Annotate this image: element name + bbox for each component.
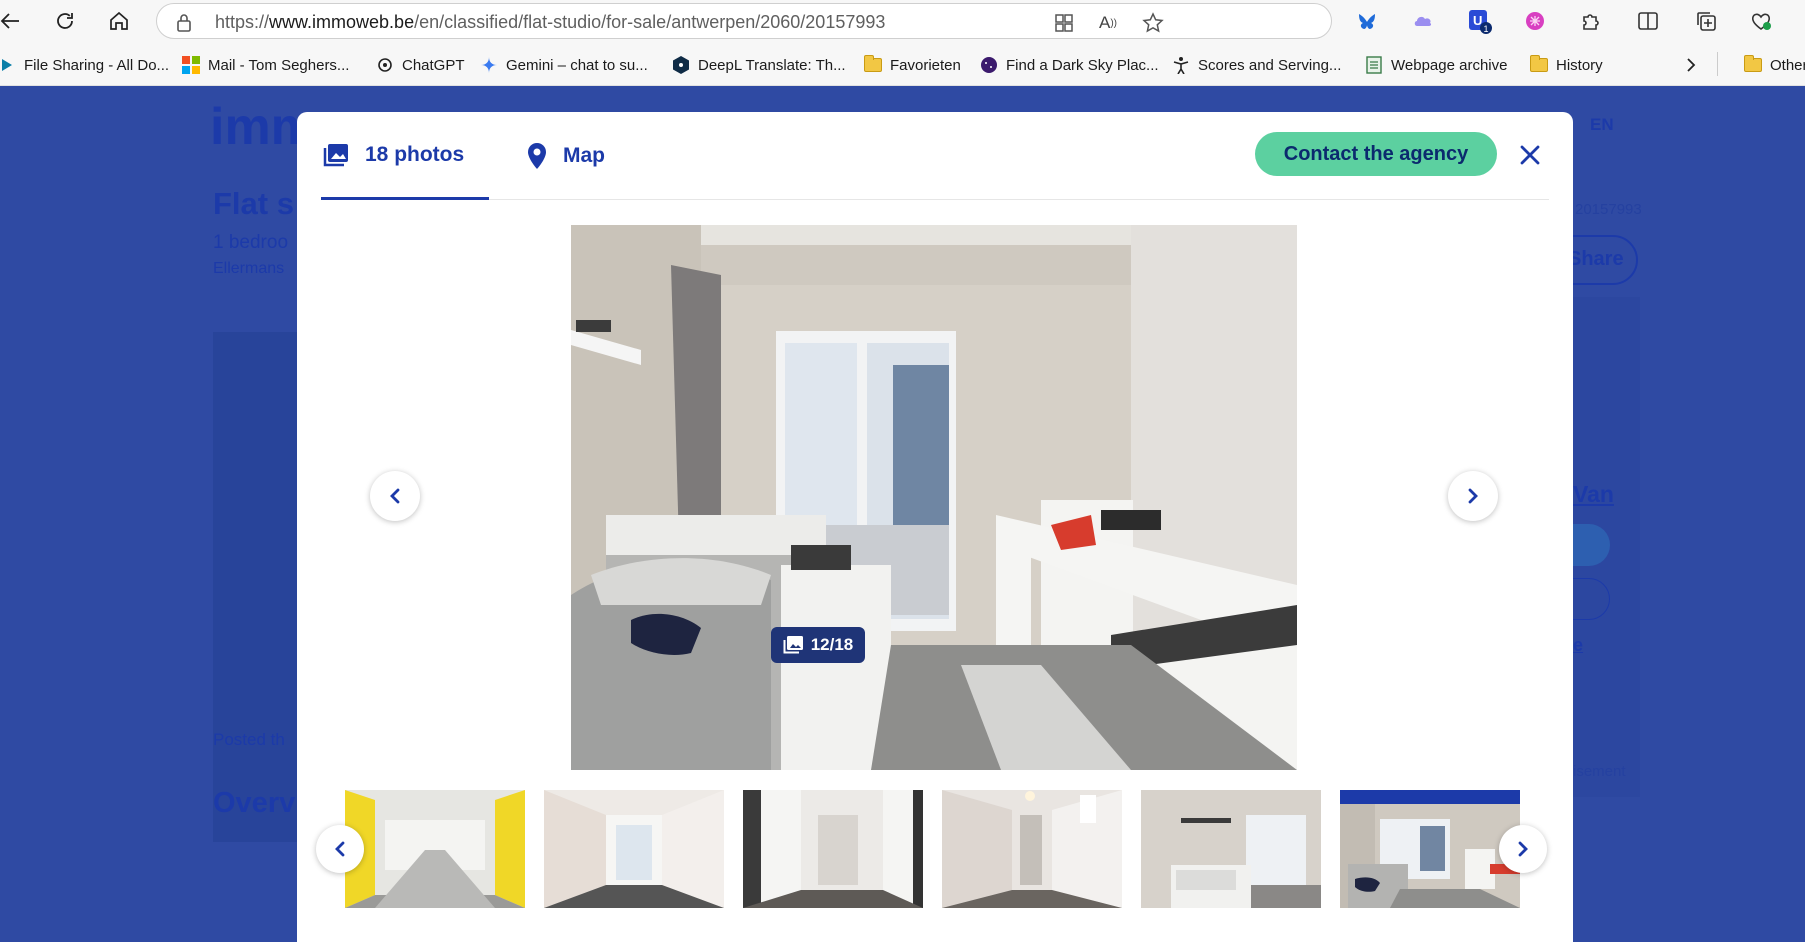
svg-text:1: 1 — [1484, 24, 1489, 34]
browser-toolbar: https://www.immoweb.be/en/classified/fla… — [0, 0, 1805, 42]
main-photo — [571, 225, 1297, 770]
folder-icon — [1744, 55, 1762, 74]
tab-photos-label: 18 photos — [365, 142, 465, 166]
bookmark-scores[interactable]: Scores and Serving... — [1172, 54, 1341, 76]
overview-heading: Overv — [213, 787, 296, 819]
bookmarks-divider — [1717, 52, 1718, 76]
bookmark-label: History — [1556, 56, 1603, 74]
file-sharing-icon — [0, 56, 16, 74]
back-icon[interactable] — [0, 7, 24, 35]
bookmark-label: Find a Dark Sky Plac... — [1006, 56, 1159, 74]
bookmarks-bar: File Sharing - All Do... Mail - Tom Segh… — [0, 42, 1805, 86]
close-icon[interactable] — [1515, 140, 1545, 170]
favorite-star-icon[interactable] — [1142, 12, 1164, 34]
microsoft-icon — [182, 56, 200, 74]
address-bar[interactable]: https://www.immoweb.be/en/classified/fla… — [156, 3, 1332, 39]
extension-bluesky-icon[interactable] — [1354, 8, 1380, 34]
bookmark-label: File Sharing - All Do... — [24, 56, 170, 74]
gallery-icon — [783, 636, 803, 654]
extensions-puzzle-icon[interactable] — [1578, 8, 1604, 34]
posted-text: Posted th — [213, 730, 285, 749]
share-label: Share — [1568, 248, 1624, 270]
deepl-icon — [672, 56, 690, 74]
bookmark-mail[interactable]: Mail - Tom Seghers... — [182, 54, 349, 76]
bookmark-deepl[interactable]: DeepL Translate: Th... — [672, 54, 846, 76]
gallery-icon — [323, 143, 349, 167]
bookmark-label: DeepL Translate: Th... — [698, 56, 846, 74]
map-pin-icon — [527, 143, 547, 169]
bookmark-label: Other — [1770, 56, 1805, 74]
folder-icon — [864, 55, 882, 74]
reload-icon[interactable] — [51, 7, 79, 35]
agency-link: Van — [1573, 481, 1614, 507]
thumbnail-8[interactable] — [544, 790, 724, 908]
lock-icon[interactable] — [175, 13, 193, 38]
bookmark-favorieten[interactable]: Favorieten — [864, 54, 961, 76]
folder-icon — [1530, 55, 1548, 74]
bookmark-dark-sky[interactable]: Find a Dark Sky Plac... — [980, 54, 1159, 76]
url-text[interactable]: https://www.immoweb.be/en/classified/fla… — [215, 12, 885, 33]
photo-counter-text: 12/18 — [810, 635, 854, 654]
bookmark-label: Scores and Serving... — [1198, 56, 1342, 74]
bookmark-label: Gemini – chat to su... — [506, 56, 648, 74]
bookmark-gemini[interactable]: Gemini – chat to su... — [480, 54, 648, 76]
bookmark-label: ChatGPT — [402, 56, 465, 74]
listing-subtitle: 1 bedroo — [213, 232, 289, 253]
chatgpt-icon — [376, 56, 394, 74]
listing-title: Flat s — [213, 186, 294, 221]
advertisement-label: isement — [1573, 763, 1626, 780]
gemini-icon — [480, 56, 498, 74]
bookmark-label: Favorieten — [890, 56, 961, 74]
thumbnail-11[interactable] — [1141, 790, 1321, 908]
app-available-icon[interactable] — [1053, 12, 1075, 34]
dark-sky-icon — [980, 56, 998, 74]
listing-id: 20157993 — [1575, 201, 1642, 218]
language-selector: EN — [1590, 115, 1614, 134]
figure-icon — [1172, 56, 1190, 74]
bookmark-other[interactable]: Other — [1744, 54, 1805, 76]
extension-brain-icon[interactable] — [1522, 8, 1548, 34]
main-photo-bg — [213, 332, 303, 842]
contact-agency-button[interactable]: Contact the agency — [1255, 132, 1497, 176]
bookmark-label: Webpage archive — [1391, 56, 1508, 74]
thumbnail-9[interactable] — [743, 790, 923, 908]
tab-map-label: Map — [563, 144, 605, 167]
bookmarks-overflow-chevron-icon[interactable] — [1685, 54, 1697, 76]
read-aloud-icon[interactable]: A)) — [1097, 12, 1119, 34]
tab-map[interactable]: Map — [527, 112, 605, 200]
extension-cloud-icon[interactable] — [1411, 8, 1437, 34]
bookmark-history[interactable]: History — [1530, 54, 1603, 76]
photo-gallery-modal: 18 photos Map Contact the agency 12/18 — [297, 112, 1573, 942]
thumbnail-12-selected[interactable] — [1340, 790, 1520, 908]
next-photo-button[interactable] — [1448, 471, 1498, 521]
archive-icon — [1365, 56, 1383, 74]
bg-link: e — [1573, 635, 1584, 655]
thumbnail-strip — [345, 790, 1525, 908]
bookmark-label: Mail - Tom Seghers... — [208, 56, 350, 74]
bookmark-chatgpt[interactable]: ChatGPT — [376, 54, 465, 76]
thumbnail-10[interactable] — [942, 790, 1122, 908]
extension-ublock-icon[interactable]: U1 — [1467, 8, 1493, 34]
tab-photos[interactable]: 18 photos — [321, 112, 489, 200]
thumbnails-next-button[interactable] — [1499, 825, 1547, 873]
collections-icon[interactable] — [1693, 8, 1719, 34]
bookmark-webpage-archive[interactable]: Webpage archive — [1365, 54, 1507, 76]
photo-counter-badge: 12/18 — [771, 627, 865, 663]
thumbnail-7[interactable] — [345, 790, 525, 908]
bookmark-file-sharing[interactable]: File Sharing - All Do... — [0, 54, 169, 76]
previous-photo-button[interactable] — [370, 471, 420, 521]
listing-address: Ellermans — [213, 260, 285, 277]
browser-essentials-icon[interactable] — [1748, 8, 1774, 34]
home-icon[interactable] — [105, 7, 133, 35]
split-screen-icon[interactable] — [1635, 8, 1661, 34]
thumbnails-previous-button[interactable] — [316, 825, 364, 873]
